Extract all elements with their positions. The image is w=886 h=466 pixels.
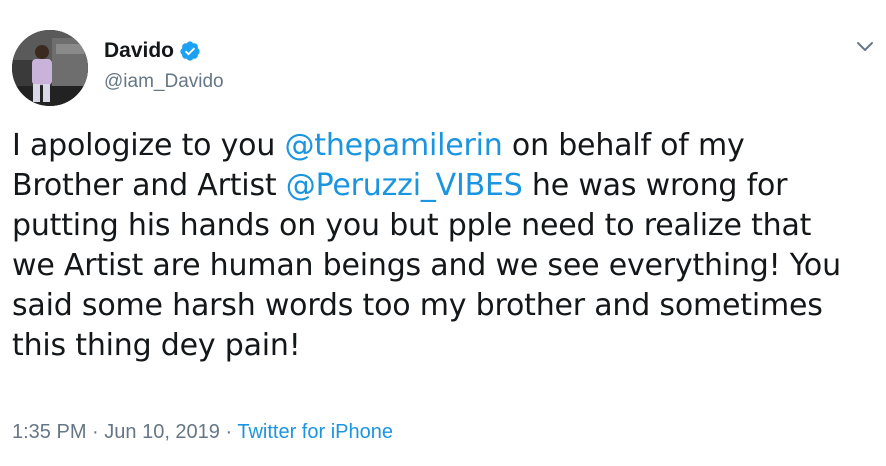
author-handle[interactable]: @iam_Davido	[104, 70, 224, 94]
chevron-down-icon[interactable]	[855, 40, 875, 54]
verified-badge-icon	[179, 40, 201, 62]
tweet-text-line: we Artist are human beings and we see ev…	[12, 246, 874, 286]
author-display-name[interactable]: Davido	[104, 38, 174, 64]
tweet-text-segment: I apologize to you	[12, 128, 285, 163]
tweet-source-link[interactable]: Twitter for iPhone	[237, 421, 393, 443]
tweet-text-segment: he was wrong for	[522, 168, 788, 203]
tweet-time[interactable]: 1:35 PM	[12, 421, 86, 443]
avatar-image	[12, 30, 88, 106]
tweet-text-segment: said some harsh words too my brother and…	[12, 288, 823, 323]
author-name-row: Davido	[104, 38, 201, 64]
tweet-text-segment: we Artist are human beings and we see ev…	[12, 248, 841, 283]
mention-link[interactable]: @thepamilerin	[284, 128, 502, 163]
tweet-date[interactable]: Jun 10, 2019	[104, 421, 220, 443]
tweet-text-segment: this thing dey pain!	[12, 328, 301, 363]
tweet-text-line: I apologize to you @thepamilerin on beha…	[12, 126, 874, 166]
tweet-text-line: said some harsh words too my brother and…	[12, 286, 874, 326]
tweet-card: Davido @iam_Davido I apologize to you @t…	[0, 0, 886, 466]
tweet-text: I apologize to you @thepamilerin on beha…	[12, 126, 874, 366]
meta-separator-2: ·	[219, 421, 238, 443]
tweet-text-line: this thing dey pain!	[12, 326, 874, 366]
meta-separator: ·	[86, 421, 105, 443]
tweet-text-segment: putting his hands on you but pple need t…	[12, 208, 812, 243]
mention-link[interactable]: @Peruzzi_VIBES	[286, 168, 523, 203]
tweet-text-line: Brother and Artist @Peruzzi_VIBES he was…	[12, 166, 874, 206]
tweet-text-segment: on behalf of my	[502, 128, 745, 163]
tweet-text-segment: Brother and Artist	[12, 168, 286, 203]
tweet-text-line: putting his hands on you but pple need t…	[12, 206, 874, 246]
tweet-meta: 1:35 PM · Jun 10, 2019 · Twitter for iPh…	[12, 419, 393, 445]
avatar[interactable]	[12, 30, 88, 106]
